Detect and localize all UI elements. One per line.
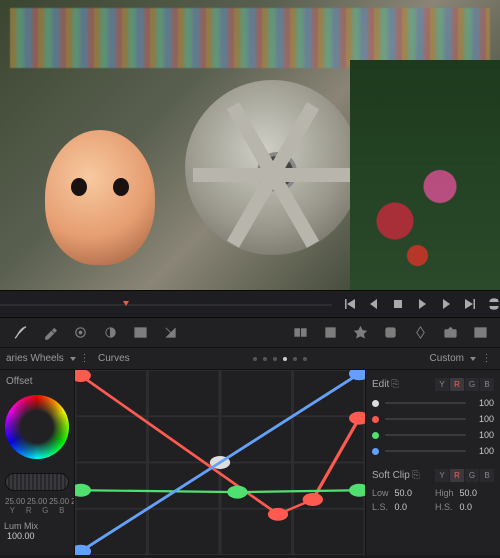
mask-icon[interactable] [382, 325, 398, 341]
chevron-down-icon [470, 357, 476, 361]
edit-channel-toggle[interactable]: Y R G B [435, 378, 494, 391]
curves-tool-icon[interactable] [12, 325, 28, 341]
curve-node[interactable] [75, 484, 91, 497]
wipe-icon[interactable] [162, 325, 178, 341]
last-frame-button[interactable] [464, 297, 476, 311]
timeline-track[interactable] [0, 304, 332, 310]
softclip-section-label: Soft Clip [372, 470, 410, 481]
curves-preset-label: Custom [430, 353, 464, 364]
prev-frame-button[interactable] [368, 297, 380, 311]
video-viewer[interactable] [0, 0, 500, 290]
viewer-content-doll [45, 130, 155, 265]
offset-color-wheel[interactable] [5, 395, 69, 459]
link-softclip-icon[interactable]: ⎘ [412, 470, 420, 481]
chevron-down-icon [70, 357, 76, 361]
playhead-icon[interactable] [123, 301, 129, 306]
softclip-channel-toggle[interactable]: Y R G B [435, 469, 494, 482]
offset-values[interactable]: 25.00 25.00 25.00 25.00 [5, 497, 69, 506]
viewer-content-flora [350, 60, 500, 290]
gallery-a-icon[interactable] [292, 325, 308, 341]
edit-channel-row[interactable]: 100 [372, 427, 494, 443]
balance-icon[interactable] [72, 325, 88, 341]
curves-preset-dropdown[interactable]: Custom [430, 353, 476, 364]
curves-page-indicator[interactable] [130, 357, 430, 361]
curve-node[interactable] [227, 486, 247, 499]
edit-section-label: Edit [372, 379, 389, 390]
edit-panel: Edit ⎘ Y R G B 100100100100 Soft Clip ⎘ … [365, 370, 500, 555]
loop-button[interactable] [488, 297, 500, 311]
link-channels-icon[interactable]: ⎘ [391, 379, 399, 390]
curve-node[interactable] [268, 508, 288, 521]
view-split-icon[interactable] [472, 325, 488, 341]
curve-node[interactable] [349, 484, 365, 497]
curves-options-button[interactable]: ⋮ [480, 352, 494, 366]
edit-channel-row[interactable]: 100 [372, 395, 494, 411]
offset-jog-wheel[interactable] [5, 473, 69, 491]
gallery-b-icon[interactable] [322, 325, 338, 341]
eyedropper-icon[interactable] [42, 325, 58, 341]
play-button[interactable] [416, 297, 428, 311]
keyframe-icon[interactable] [412, 325, 428, 341]
stop-button[interactable] [392, 297, 404, 311]
edit-channel-row[interactable]: 100 [372, 411, 494, 427]
curve-node[interactable] [303, 493, 323, 506]
curves-graph[interactable] [75, 370, 365, 555]
transport-bar [0, 290, 500, 318]
color-wheel-panel: Offset 25.00 25.00 25.00 25.00 Y R G B L… [0, 370, 75, 555]
palette-toolbar [0, 318, 500, 348]
softclip-grid[interactable]: Low50.0 High50.0 L.S.0.0 H.S.0.0 [372, 488, 494, 512]
offset-wheel-label: Offset [6, 376, 33, 387]
first-frame-button[interactable] [344, 297, 356, 311]
edit-channel-row[interactable]: 100 [372, 443, 494, 459]
wheels-mode-label: aries Wheels [6, 353, 64, 364]
highlight-icon[interactable] [352, 325, 368, 341]
curve-node[interactable] [349, 412, 365, 425]
wheels-options-button[interactable]: ⋮ [78, 352, 92, 366]
palette-header: aries Wheels ⋮ Curves Custom ⋮ [0, 348, 500, 370]
curves-title: Curves [98, 353, 130, 364]
next-frame-button[interactable] [440, 297, 452, 311]
reference-icon[interactable] [132, 325, 148, 341]
contrast-icon[interactable] [102, 325, 118, 341]
viewer-content-reel [185, 80, 360, 255]
capture-icon[interactable] [442, 325, 458, 341]
wheels-mode-dropdown[interactable]: aries Wheels [6, 353, 78, 364]
lum-mix-field[interactable]: Lum Mix 100.00 [4, 521, 70, 541]
